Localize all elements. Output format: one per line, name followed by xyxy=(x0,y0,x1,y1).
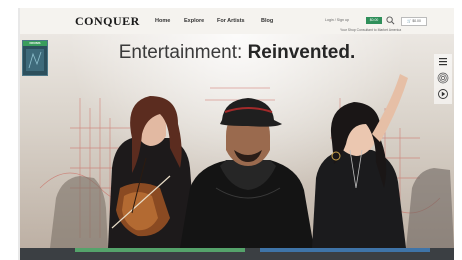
cart-label: $0.00 xyxy=(412,19,421,23)
center-performer xyxy=(180,98,314,248)
left-performer xyxy=(108,96,196,248)
cart-balance-badge[interactable]: $0.00 xyxy=(366,17,382,24)
section-tab-blue[interactable] xyxy=(260,248,430,252)
search-icon[interactable] xyxy=(386,16,395,25)
cart-icon: 🛒 xyxy=(407,19,412,23)
side-toolbar xyxy=(434,54,452,104)
promo-artwork xyxy=(26,49,44,71)
conquer-logo[interactable]: CONQUER xyxy=(75,14,140,29)
play-icon[interactable] xyxy=(438,89,448,99)
browser-viewport: Entertainment: Reinvented. CONQUER Home … xyxy=(20,8,454,260)
login-signup-link[interactable]: Login / Sign up xyxy=(325,18,349,22)
section-tab-green[interactable] xyxy=(75,248,245,252)
nav-item-blog[interactable]: Blog xyxy=(261,18,273,24)
menu-icon[interactable] xyxy=(439,58,447,66)
consultant-tagline: Your Shop Consultant to Market America xyxy=(340,28,402,32)
hero-image xyxy=(39,74,454,248)
nav-item-for-artists[interactable]: For Artists xyxy=(217,18,245,24)
cart-button[interactable]: 🛒 $0.00 xyxy=(401,17,427,26)
nav-item-explore[interactable]: Explore xyxy=(184,18,204,24)
headline-bold: Reinvented. xyxy=(247,42,356,63)
hero-headline: Entertainment: Reinvented. xyxy=(20,42,454,64)
fingerprint-icon[interactable] xyxy=(437,72,449,84)
nav-item-home[interactable]: Home xyxy=(155,18,170,24)
top-navigation-bar: CONQUER Home Explore For Artists Blog Lo… xyxy=(20,8,454,34)
right-performer xyxy=(312,74,408,248)
headline-regular: Entertainment: xyxy=(118,42,248,63)
side-promo-badge[interactable]: DRUMS xyxy=(22,40,48,76)
